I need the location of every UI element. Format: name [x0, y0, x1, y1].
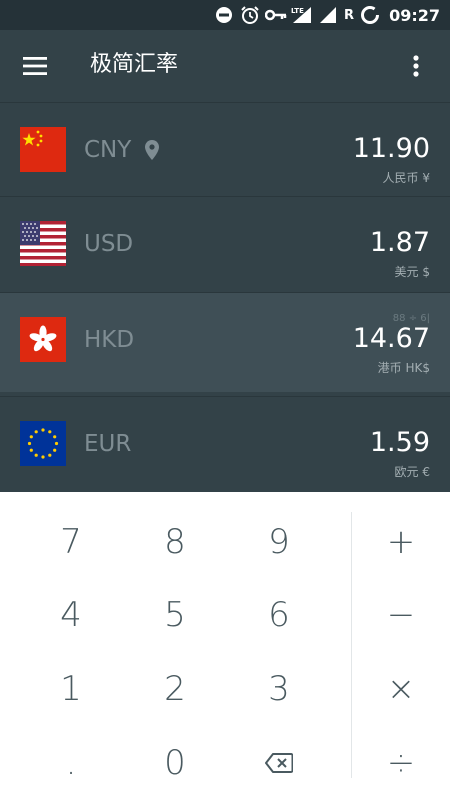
currency-amount: 11.90	[352, 133, 430, 164]
key-5[interactable]: 5	[125, 580, 225, 650]
key-4[interactable]: 4	[21, 580, 121, 650]
roaming-label: R	[344, 7, 355, 23]
backspace-icon	[265, 753, 293, 773]
clock: 09:27	[389, 5, 440, 25]
lte-signal-icon: LTE	[291, 4, 313, 26]
vpn-key-icon	[265, 4, 287, 26]
key-3[interactable]: 3	[229, 654, 329, 724]
currency-name: 欧元 €	[394, 465, 430, 479]
currency-name: 美元 $	[394, 265, 430, 279]
battery-icon	[359, 4, 381, 26]
currency-code: EUR	[84, 431, 132, 457]
menu-button[interactable]	[15, 46, 55, 86]
key-plus[interactable]: +	[351, 507, 450, 577]
currency-name: 港币 HK$	[377, 361, 430, 375]
currency-row-cny[interactable]: CNY 11.90 人民币 ¥	[0, 102, 450, 202]
hk-flag-icon	[20, 317, 66, 362]
currency-name: 人民币 ¥	[382, 171, 430, 185]
currency-amount: 1.59	[369, 427, 430, 458]
cn-flag-icon	[20, 127, 66, 172]
key-6[interactable]: 6	[229, 580, 329, 650]
app-bar: 极简汇率	[0, 30, 450, 102]
currency-code: HKD	[84, 327, 135, 353]
hamburger-icon	[23, 57, 47, 75]
currency-code: USD	[84, 231, 134, 257]
currency-row-usd[interactable]: USD 1.87 美元 $	[0, 196, 450, 296]
currency-row-eur[interactable]: EUR 1.59 欧元 €	[0, 396, 450, 496]
key-8[interactable]: 8	[125, 507, 225, 577]
keypad: 7 8 9 + 4 5 6 − 1 2 3 × . 0 ÷	[0, 492, 450, 800]
key-0[interactable]: 0	[125, 728, 225, 798]
key-decimal[interactable]: .	[21, 728, 121, 798]
us-flag-icon	[20, 221, 66, 266]
key-2[interactable]: 2	[125, 654, 225, 724]
currency-amount: 1.87	[369, 227, 430, 258]
more-vert-icon	[413, 55, 419, 77]
page-title: 极简汇率	[90, 52, 179, 77]
overflow-menu-button[interactable]	[396, 46, 436, 86]
key-divide[interactable]: ÷	[351, 728, 450, 798]
backspace-button[interactable]	[229, 728, 329, 798]
signal-icon	[317, 4, 339, 26]
currency-row-hkd[interactable]: HKD 88 ÷ 6| 14.67 港币 HK$	[0, 292, 450, 392]
key-multiply[interactable]: ×	[351, 654, 450, 724]
location-pin-icon	[145, 140, 161, 160]
currency-list: CNY 11.90 人民币 ¥ USD 1.87 美元 $ HKD 88 ÷ 6…	[0, 102, 450, 492]
key-minus[interactable]: −	[351, 580, 450, 650]
currency-amount: 14.67	[352, 323, 430, 354]
eu-flag-icon	[20, 421, 66, 466]
key-9[interactable]: 9	[229, 507, 329, 577]
lte-label: LTE	[291, 7, 304, 15]
do-not-disturb-icon	[213, 4, 235, 26]
key-7[interactable]: 7	[21, 507, 121, 577]
status-bar: LTE R 09:27	[0, 0, 450, 30]
alarm-icon	[239, 4, 261, 26]
key-1[interactable]: 1	[21, 654, 121, 724]
currency-code: CNY	[84, 137, 132, 163]
